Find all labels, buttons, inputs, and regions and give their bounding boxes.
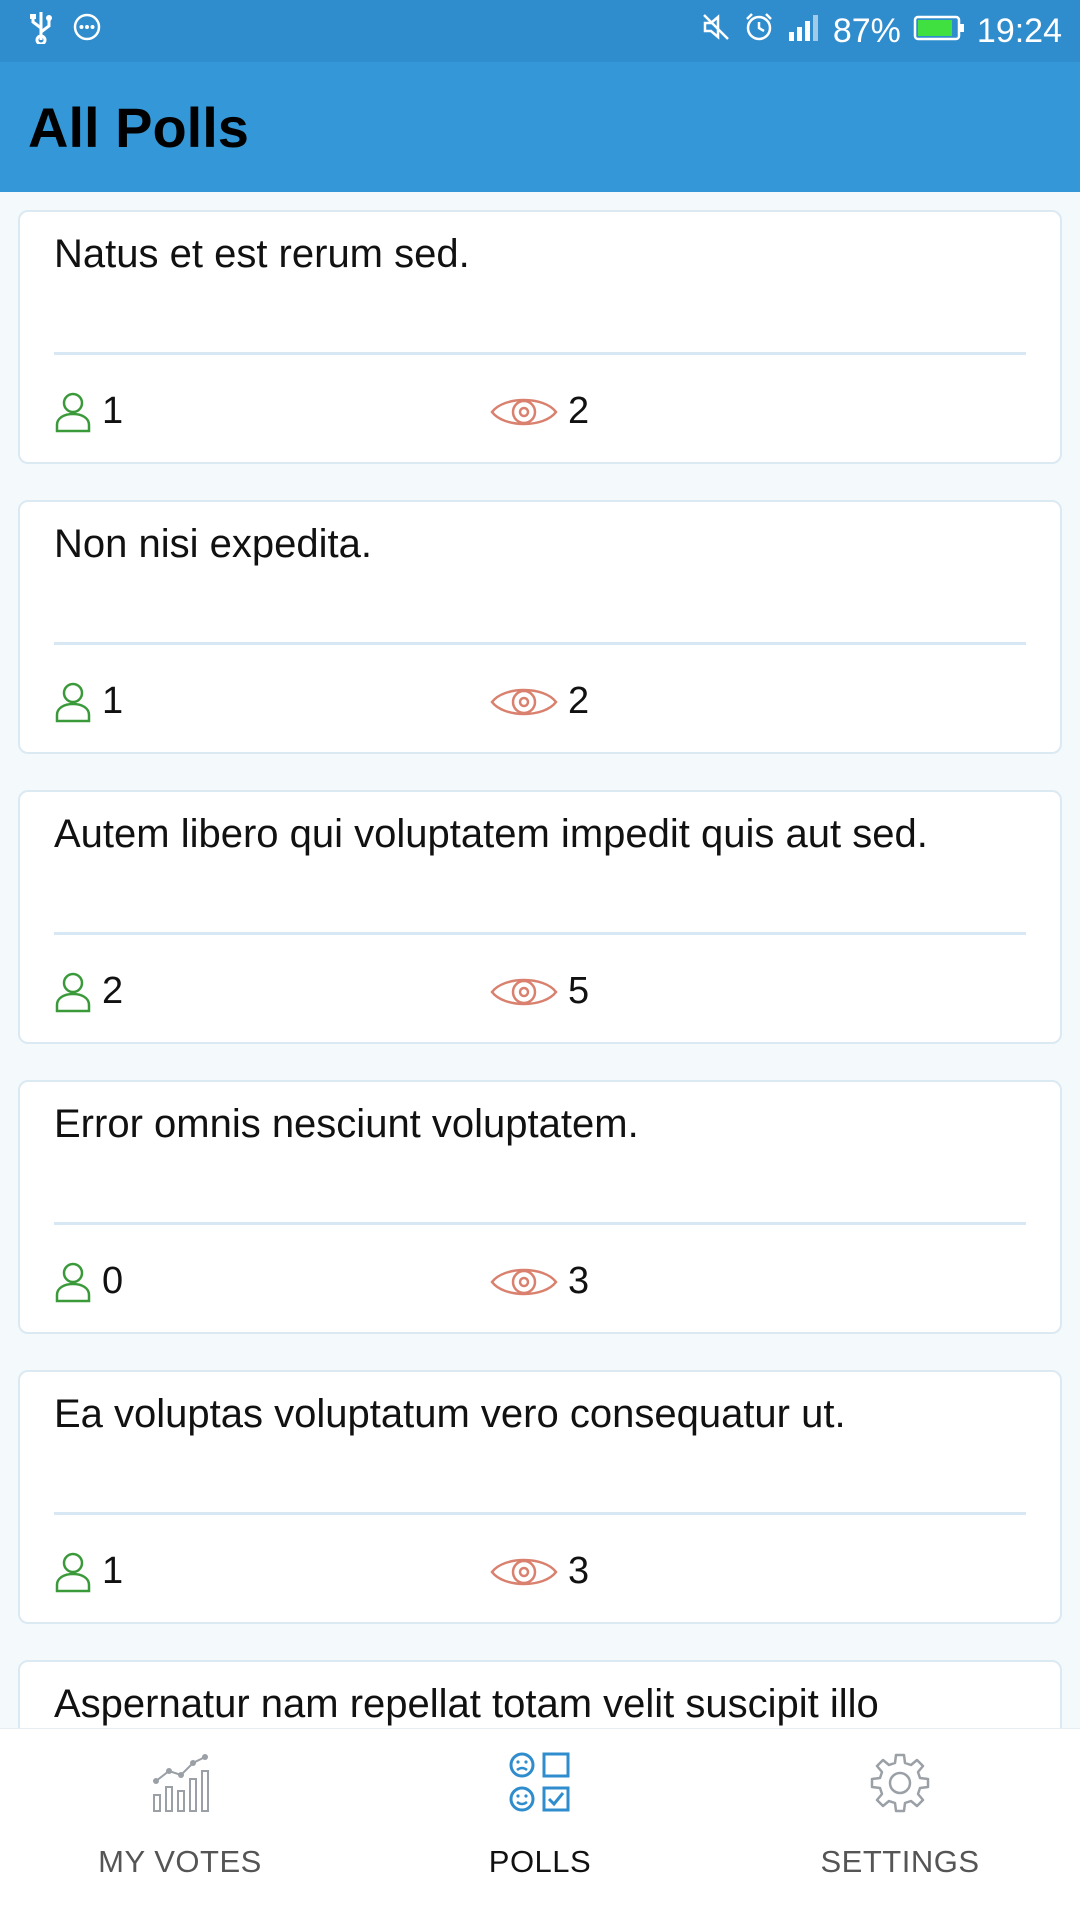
eye-icon [490,392,558,432]
chart-icon [148,1751,212,1820]
poll-question: Non nisi expedita. [54,522,372,566]
views-stat: 2 [490,680,589,723]
views-stat: 5 [490,970,589,1013]
poll-card[interactable]: Non nisi expedita. 1 2 [18,500,1062,754]
status-left [28,10,102,53]
nav-label: MY VOTES [98,1844,262,1879]
battery-icon [913,12,965,51]
divider [54,1222,1026,1225]
voters-stat: 1 [54,390,123,433]
poll-card[interactable]: Error omnis nesciunt voluptatem. 0 3 [18,1080,1062,1334]
views-count: 2 [568,390,590,432]
poll-card[interactable]: Aspernatur nam repellat totam velit susc… [18,1660,1062,1728]
voters-stat: 1 [54,1550,123,1593]
mute-icon [701,12,731,51]
voters-count: 1 [102,390,124,432]
gear-icon [868,1751,932,1820]
views-count: 2 [568,680,590,722]
divider [54,642,1026,645]
views-stat: 2 [490,390,589,433]
poll-card[interactable]: Ea voluptas voluptatum vero consequatur … [18,1370,1062,1624]
signal-icon [787,12,821,51]
views-count: 3 [568,1550,590,1592]
poll-list[interactable]: Natus et est rerum sed. 1 2 Non nisi exp… [0,192,1080,1728]
clock: 19:24 [976,11,1062,50]
views-stat: 3 [490,1260,589,1303]
alarm-icon [743,11,775,52]
status-bar: 87% 19:24 [0,0,1080,62]
poll-question: Ea voluptas voluptatum vero consequatur … [54,1392,846,1436]
divider [54,932,1026,935]
voters-count: 1 [102,680,124,722]
poll-question: Error omnis nesciunt voluptatem. [54,1102,639,1146]
eye-icon [490,682,558,722]
poll-question: Aspernatur nam repellat totam velit susc… [54,1682,879,1726]
poll-question: Natus et est rerum sed. [54,232,470,276]
bottom-nav: MY VOTES POLLS SETTINGS [0,1728,1080,1920]
poll-card[interactable]: Autem libero qui voluptatem impedit quis… [18,790,1062,1044]
usb-icon [28,10,54,53]
divider [54,1512,1026,1515]
user-icon [54,681,92,723]
page-title: All Polls [28,95,249,159]
views-count: 3 [568,1260,590,1302]
user-icon [54,1261,92,1303]
voters-count: 0 [102,1260,124,1302]
voters-count: 2 [102,970,124,1012]
nav-my-votes[interactable]: MY VOTES [0,1729,360,1920]
user-icon [54,971,92,1013]
views-count: 5 [568,970,590,1012]
app-bar: All Polls [0,62,1080,192]
nav-label: SETTINGS [820,1844,980,1879]
poll-card[interactable]: Natus et est rerum sed. 1 2 [18,210,1062,464]
nav-label: POLLS [488,1844,592,1879]
eye-icon [490,1262,558,1302]
voters-stat: 2 [54,970,123,1013]
poll-question: Autem libero qui voluptatem impedit quis… [54,812,928,856]
polls-icon [508,1751,572,1820]
views-stat: 3 [490,1550,589,1593]
status-right: 87% 19:24 [701,11,1062,52]
eye-icon [490,1552,558,1592]
voters-count: 1 [102,1550,124,1592]
user-icon [54,391,92,433]
voters-stat: 1 [54,680,123,723]
nav-polls[interactable]: POLLS [360,1729,720,1920]
eye-icon [490,972,558,1012]
voters-stat: 0 [54,1260,123,1303]
chat-icon [72,12,102,51]
divider [54,352,1026,355]
battery-percent: 87% [832,11,901,50]
nav-settings[interactable]: SETTINGS [720,1729,1080,1920]
user-icon [54,1551,92,1593]
